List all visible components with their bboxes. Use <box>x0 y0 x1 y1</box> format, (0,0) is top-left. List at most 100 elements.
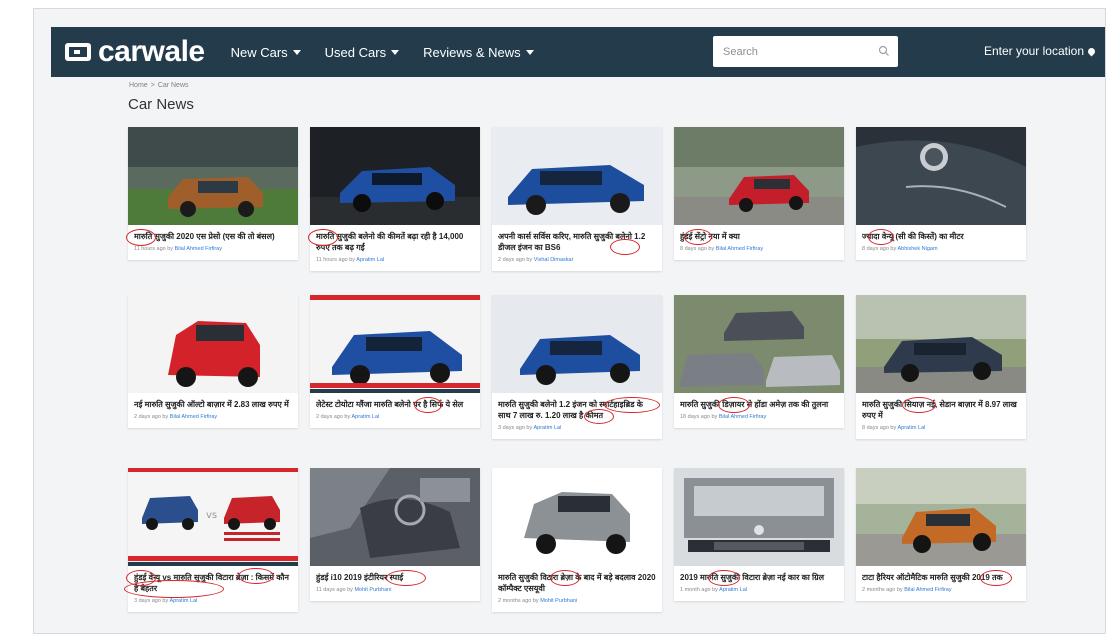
news-card[interactable]: 2019 मारुति सुजुकी विटारा ब्रेज़ा नई कार… <box>674 468 844 601</box>
news-meta: 3 days ago by Apratim Lal <box>498 425 656 431</box>
location-selector[interactable]: Enter your location <box>983 44 1097 58</box>
logo-icon <box>65 43 91 61</box>
news-time: 2 months ago by <box>862 587 903 593</box>
news-author[interactable]: Apratim Lal <box>169 598 197 604</box>
location-label: Enter your location <box>983 44 1084 58</box>
news-thumbnail[interactable] <box>674 295 844 393</box>
nav-reviews-news[interactable]: Reviews & News <box>423 45 534 60</box>
news-author[interactable]: Bilal Ahmed Firfiray <box>170 414 217 420</box>
news-meta: 2 days ago by Bilal Ahmed Firfiray <box>134 414 292 420</box>
news-thumbnail[interactable] <box>856 295 1026 393</box>
news-thumbnail[interactable] <box>674 468 844 566</box>
news-author[interactable]: Bilal Ahmed Firfiray <box>175 246 222 252</box>
breadcrumb-home[interactable]: Home <box>129 82 148 89</box>
news-title[interactable]: लेटेस्ट टोयोटा ग्लैंजा मारुति बलेनो पर ह… <box>316 399 474 410</box>
breadcrumb-separator: > <box>150 82 155 89</box>
news-thumbnail[interactable] <box>310 295 480 393</box>
news-thumbnail[interactable] <box>856 468 1026 566</box>
logo-text: carwale <box>98 35 205 68</box>
news-card[interactable]: लेटेस्ट टोयोटा ग्लैंजा मारुति बलेनो पर ह… <box>310 295 480 428</box>
news-card[interactable]: हुंडई सेंट्रो नया में क्या 8 days ago by… <box>674 127 844 260</box>
news-meta: 2 days ago by Vishal Dimaskar <box>498 257 656 263</box>
news-thumbnail[interactable] <box>128 127 298 225</box>
news-title[interactable]: 2019 मारुति सुजुकी विटारा ब्रेज़ा नई कार… <box>680 572 838 583</box>
news-title[interactable]: हुंडई सेंट्रो नया में क्या <box>680 231 838 242</box>
nav-used-cars-label: Used Cars <box>324 44 387 60</box>
news-card[interactable]: नई मारुति सुजुकी ऑल्टो बाज़ार में 2.83 ल… <box>128 295 298 428</box>
news-title[interactable]: मारुति सुजुकी बलेनो 1.2 इंजन को स्मार्टह… <box>498 399 656 421</box>
nav-new-cars-label: New Cars <box>230 44 288 60</box>
news-author[interactable]: Vishal Dimaskar <box>534 257 574 263</box>
news-time: 11 hours ago by <box>316 257 356 263</box>
news-author[interactable]: Apratim Lal <box>351 414 379 420</box>
news-card[interactable]: vs हुंडई वेन्यू vs मारुति सुजुकी विटारा … <box>124 468 298 612</box>
news-card[interactable]: मारुति सुजुकी सियाज़ नई, सेडान बाज़ार मे… <box>856 295 1026 439</box>
news-title[interactable]: टाटा हैरियर ऑटोमैटिक मारुति सुजुकी 2019 … <box>862 572 1020 583</box>
news-card[interactable]: मारुति सुजुकी विटारा ब्रेज़ा के बाद में … <box>492 468 662 612</box>
news-author[interactable]: Mohit Purbhani <box>540 598 577 604</box>
news-time: 11 days ago by <box>316 587 353 593</box>
news-author[interactable]: Abhishek Nigam <box>897 246 937 252</box>
news-time: 2 days ago by <box>134 414 169 420</box>
chevron-down-icon <box>525 49 534 55</box>
news-title[interactable]: हुंडई i10 2019 इंटीरियर स्पाई <box>316 572 474 583</box>
news-time: 3 days ago by <box>498 425 533 431</box>
news-time: 3 days ago by <box>134 598 169 604</box>
news-thumbnail[interactable] <box>128 295 298 393</box>
news-card[interactable]: मारुति सुजुकी डिज़ायर से होंडा अमेज़ तक … <box>674 295 844 428</box>
news-author[interactable]: Bilal Ahmed Firfiray <box>904 587 951 593</box>
news-card[interactable]: मारुति सुजुकी 2020 एस प्रेसो (एस की तो ब… <box>126 127 298 260</box>
news-meta: 8 days ago by Abhishek Nigam <box>862 246 1020 252</box>
nav-new-cars[interactable]: New Cars <box>231 45 301 60</box>
news-title[interactable]: ज्यादा वेन्यू (सी की किस्तें) का मीटर <box>862 231 1020 242</box>
news-thumbnail[interactable] <box>492 295 662 393</box>
news-author[interactable]: Apratim Lal <box>533 425 561 431</box>
news-meta: 2 days ago by Apratim Lal <box>316 414 474 420</box>
news-title[interactable]: मारुति सुजुकी सियाज़ नई, सेडान बाज़ार मे… <box>862 399 1020 421</box>
carwale-logo[interactable]: carwale <box>65 35 205 69</box>
news-author[interactable]: Bilal Ahmed Firfiray <box>719 414 766 420</box>
news-author[interactable]: Mohit Purbhani <box>354 587 391 593</box>
news-meta: 11 days ago by Mohit Purbhani <box>316 587 474 593</box>
browser-viewport: carwale New Cars Used Cars Reviews & New… <box>33 8 1106 634</box>
news-thumbnail[interactable] <box>856 127 1026 225</box>
search-icon[interactable] <box>878 45 890 57</box>
news-author[interactable]: Bilal Ahmed Firfiray <box>716 246 763 252</box>
news-thumbnail[interactable]: vs <box>128 468 298 566</box>
news-title[interactable]: हुंडई वेन्यू vs मारुति सुजुकी विटारा ब्र… <box>134 572 292 594</box>
news-time: 18 days ago by <box>680 414 718 420</box>
news-author[interactable]: Apratim Lal <box>719 587 747 593</box>
nav-used-cars[interactable]: Used Cars <box>324 44 400 60</box>
news-meta: 11 hours ago by Apratim Lal <box>316 257 474 263</box>
news-title[interactable]: मारुति सुजुकी डिज़ायर से होंडा अमेज़ तक … <box>680 399 838 410</box>
news-thumbnail[interactable] <box>310 127 480 225</box>
search-bar <box>713 36 898 67</box>
news-card[interactable]: ज्यादा वेन्यू (सी की किस्तें) का मीटर 8 … <box>856 127 1026 260</box>
news-time: 11 hours ago by <box>134 246 174 252</box>
search-input[interactable] <box>721 44 875 59</box>
news-author[interactable]: Apratim Lal <box>897 425 925 431</box>
news-card[interactable]: हुंडई i10 2019 इंटीरियर स्पाई 11 days ag… <box>310 468 480 601</box>
news-thumbnail[interactable] <box>492 468 662 566</box>
nav-reviews-news-label: Reviews & News <box>423 44 521 60</box>
news-title[interactable]: मारुति सुजुकी विटारा ब्रेज़ा के बाद में … <box>498 572 656 594</box>
news-card[interactable]: अपनी कार्स सर्विस करिए, मारुति सुजुकी बल… <box>492 127 662 271</box>
top-navbar: carwale New Cars Used Cars Reviews & New… <box>51 27 1105 77</box>
breadcrumb: Home > Car News <box>129 82 189 89</box>
news-thumbnail[interactable] <box>674 127 844 225</box>
news-thumbnail[interactable] <box>492 127 662 225</box>
news-time: 8 days ago by <box>862 246 897 252</box>
news-title[interactable]: मारुति सुजुकी 2020 एस प्रेसो (एस की तो ब… <box>134 231 292 242</box>
news-title[interactable]: अपनी कार्स सर्विस करिए, मारुति सुजुकी बल… <box>498 231 656 253</box>
news-card[interactable]: मारुति सुजुकी बलेनो 1.2 इंजन को स्मार्टह… <box>492 295 662 439</box>
svg-text:vs: vs <box>206 510 217 521</box>
news-author[interactable]: Apratim Lal <box>356 257 384 263</box>
news-meta: 11 hours ago by Bilal Ahmed Firfiray <box>134 246 292 252</box>
news-card[interactable]: मारुति सुजुकी बलेनो की कीमतें बढ़ा रही ह… <box>308 127 480 271</box>
news-meta: 3 days ago by Apratim Lal <box>134 598 292 604</box>
news-card[interactable]: टाटा हैरियर ऑटोमैटिक मारुति सुजुकी 2019 … <box>856 468 1026 601</box>
news-title[interactable]: मारुति सुजुकी बलेनो की कीमतें बढ़ा रही ह… <box>316 231 474 253</box>
news-title[interactable]: नई मारुति सुजुकी ऑल्टो बाज़ार में 2.83 ल… <box>134 399 292 410</box>
news-thumbnail[interactable] <box>310 468 480 566</box>
news-time: 2 days ago by <box>316 414 351 420</box>
